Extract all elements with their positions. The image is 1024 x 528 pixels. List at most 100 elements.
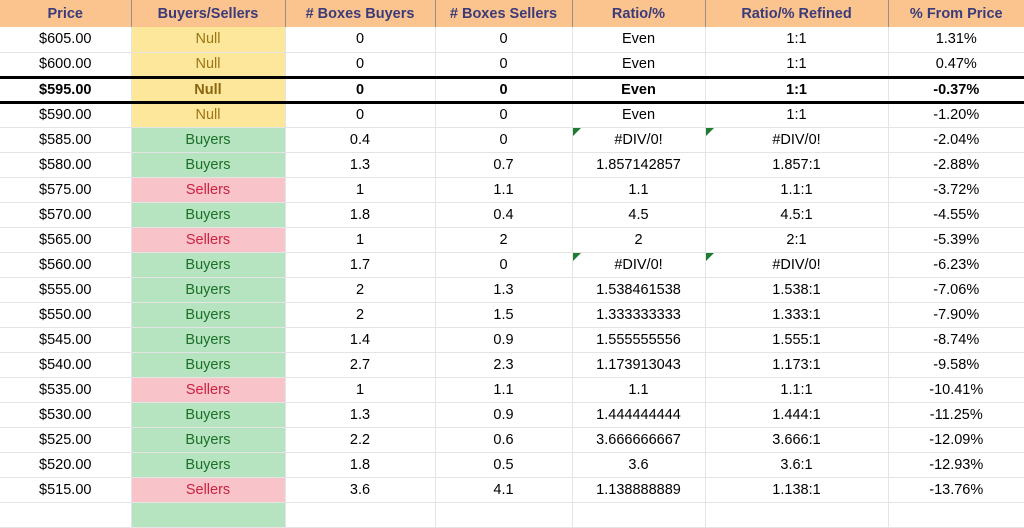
cell-boxes-sellers[interactable]: 0.5 [435, 452, 573, 478]
table-row[interactable]: $580.00 Buyers 1.3 0.7 1.857142857 1.857:1 -2.… [0, 152, 1024, 178]
cell-boxes-buyers[interactable]: 0 [285, 102, 436, 128]
cell-price[interactable]: $605.00 [0, 27, 132, 53]
cell-pct-from-price[interactable]: -13.76% [888, 477, 1024, 503]
cell-ratio[interactable]: 1.138888889 [572, 477, 706, 503]
table-row[interactable]: $600.00 Null 0 0 Even 1:1 0.47% [0, 52, 1024, 78]
cell-boxes-sellers[interactable]: 0 [435, 52, 573, 78]
cell-ratio[interactable]: 1.173913043 [572, 352, 706, 378]
cell-buyers-sellers[interactable]: Buyers [131, 252, 286, 278]
cell-ratio-refined[interactable]: 2:1 [705, 227, 889, 253]
cell-pct-from-price[interactable]: -2.04% [888, 127, 1024, 153]
column-header-pct-from-price[interactable]: % From Price [888, 0, 1024, 27]
cell-buyers-sellers[interactable]: Null [131, 52, 286, 78]
cell-ratio-refined[interactable]: 1.1:1 [705, 377, 889, 403]
cell-ratio[interactable]: #DIV/0! [572, 252, 706, 278]
cell-ratio-refined[interactable]: 4.5:1 [705, 202, 889, 228]
cell-buyers-sellers[interactable]: Buyers [131, 402, 286, 428]
cell-ratio[interactable]: 1.1 [572, 177, 706, 203]
cell-ratio-refined[interactable]: 1:1 [705, 75, 889, 104]
cell-pct-from-price[interactable]: -12.09% [888, 427, 1024, 453]
cell-boxes-sellers[interactable]: 0.6 [435, 427, 573, 453]
cell-buyers-sellers[interactable]: Buyers [131, 152, 286, 178]
cell-pct-from-price[interactable]: -7.90% [888, 302, 1024, 328]
cell-ratio-refined[interactable]: 1.333:1 [705, 302, 889, 328]
cell-buyers-sellers[interactable]: Buyers [131, 127, 286, 153]
table-row[interactable] [0, 502, 1024, 528]
cell-boxes-buyers[interactable]: 1.7 [285, 252, 436, 278]
cell-pct-from-price[interactable]: -1.20% [888, 102, 1024, 128]
cell-price[interactable]: $555.00 [0, 277, 132, 303]
price-ladder-table[interactable]: Price Buyers/Sellers # Boxes Buyers # Bo… [0, 0, 1024, 528]
cell-buyers-sellers[interactable]: Buyers [131, 202, 286, 228]
cell-boxes-buyers[interactable]: 1 [285, 177, 436, 203]
table-row[interactable]: $595.00 Null 0 0 Even 1:1 -0.37% [0, 75, 1024, 104]
cell-boxes-buyers[interactable]: 1 [285, 227, 436, 253]
cell-boxes-sellers[interactable]: 0.4 [435, 202, 573, 228]
table-row[interactable]: $540.00 Buyers 2.7 2.3 1.173913043 1.173:1 -9.… [0, 352, 1024, 378]
cell-pct-from-price[interactable]: -9.58% [888, 352, 1024, 378]
table-row[interactable]: $560.00 Buyers 1.7 0 #DIV/0! #DIV/0! -6.23% [0, 252, 1024, 278]
cell-price[interactable]: $540.00 [0, 352, 132, 378]
cell-price[interactable]: $570.00 [0, 202, 132, 228]
cell-buyers-sellers[interactable]: Sellers [131, 477, 286, 503]
cell-price[interactable]: $595.00 [0, 75, 132, 104]
table-row[interactable]: $550.00 Buyers 2 1.5 1.333333333 1.333:1 -7.90… [0, 302, 1024, 328]
cell-boxes-sellers[interactable]: 0.9 [435, 327, 573, 353]
cell-boxes-buyers[interactable]: 2.2 [285, 427, 436, 453]
cell-buyers-sellers[interactable]: Buyers [131, 427, 286, 453]
cell-price[interactable]: $515.00 [0, 477, 132, 503]
table-row[interactable]: $575.00 Sellers 1 1.1 1.1 1.1:1 -3.72% [0, 177, 1024, 203]
table-row[interactable]: $520.00 Buyers 1.8 0.5 3.6 3.6:1 -12.93% [0, 452, 1024, 478]
cell-boxes-sellers[interactable] [435, 502, 573, 528]
table-row[interactable]: $585.00 Buyers 0.4 0 #DIV/0! #DIV/0! -2.04% [0, 127, 1024, 153]
cell-boxes-buyers[interactable]: 1.3 [285, 152, 436, 178]
cell-boxes-buyers[interactable]: 0 [285, 27, 436, 53]
cell-boxes-buyers[interactable]: 3.6 [285, 477, 436, 503]
cell-pct-from-price[interactable]: -10.41% [888, 377, 1024, 403]
cell-boxes-buyers[interactable]: 2.7 [285, 352, 436, 378]
cell-ratio-refined[interactable]: #DIV/0! [705, 252, 889, 278]
cell-ratio[interactable]: 3.6 [572, 452, 706, 478]
cell-ratio-refined[interactable]: #DIV/0! [705, 127, 889, 153]
cell-price[interactable]: $545.00 [0, 327, 132, 353]
cell-boxes-sellers[interactable]: 0 [435, 127, 573, 153]
cell-pct-from-price[interactable]: -12.93% [888, 452, 1024, 478]
cell-ratio-refined[interactable]: 1.538:1 [705, 277, 889, 303]
cell-buyers-sellers[interactable]: Sellers [131, 227, 286, 253]
cell-pct-from-price[interactable]: -6.23% [888, 252, 1024, 278]
cell-ratio[interactable]: Even [572, 102, 706, 128]
cell-pct-from-price[interactable]: -5.39% [888, 227, 1024, 253]
cell-ratio[interactable] [572, 502, 706, 528]
cell-pct-from-price[interactable]: -4.55% [888, 202, 1024, 228]
cell-ratio[interactable]: 3.666666667 [572, 427, 706, 453]
cell-pct-from-price[interactable]: -0.37% [888, 75, 1024, 104]
cell-buyers-sellers[interactable]: Null [131, 102, 286, 128]
cell-buyers-sellers[interactable]: Buyers [131, 327, 286, 353]
cell-boxes-sellers[interactable]: 0.9 [435, 402, 573, 428]
cell-boxes-buyers[interactable]: 1.8 [285, 452, 436, 478]
column-header-ratio-refined[interactable]: Ratio/% Refined [705, 0, 889, 27]
cell-ratio-refined[interactable]: 1.138:1 [705, 477, 889, 503]
cell-ratio[interactable]: #DIV/0! [572, 127, 706, 153]
cell-ratio[interactable]: 2 [572, 227, 706, 253]
cell-price[interactable]: $590.00 [0, 102, 132, 128]
cell-price[interactable]: $575.00 [0, 177, 132, 203]
cell-pct-from-price[interactable]: 1.31% [888, 27, 1024, 53]
cell-boxes-sellers[interactable]: 1.1 [435, 177, 573, 203]
cell-ratio-refined[interactable]: 3.6:1 [705, 452, 889, 478]
cell-price[interactable]: $535.00 [0, 377, 132, 403]
cell-ratio-refined[interactable]: 1:1 [705, 27, 889, 53]
cell-boxes-buyers[interactable]: 0.4 [285, 127, 436, 153]
column-header-ratio[interactable]: Ratio/% [572, 0, 706, 27]
column-header-buyers-sellers[interactable]: Buyers/Sellers [131, 0, 286, 27]
table-row[interactable]: $565.00 Sellers 1 2 2 2:1 -5.39% [0, 227, 1024, 253]
cell-buyers-sellers[interactable]: Buyers [131, 452, 286, 478]
cell-ratio[interactable]: 1.555555556 [572, 327, 706, 353]
cell-boxes-buyers[interactable]: 1.3 [285, 402, 436, 428]
cell-boxes-sellers[interactable]: 0.7 [435, 152, 573, 178]
cell-pct-from-price[interactable]: -3.72% [888, 177, 1024, 203]
column-header-boxes-buyers[interactable]: # Boxes Buyers [285, 0, 436, 27]
cell-ratio[interactable]: 1.444444444 [572, 402, 706, 428]
cell-buyers-sellers[interactable] [131, 502, 286, 528]
cell-boxes-sellers[interactable]: 1.1 [435, 377, 573, 403]
